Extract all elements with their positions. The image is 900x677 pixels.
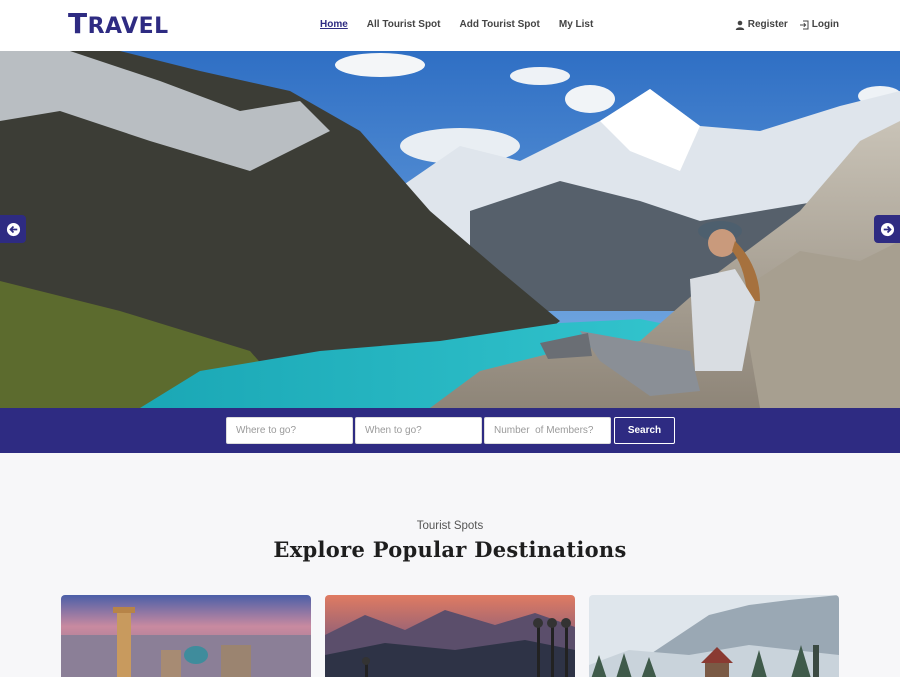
main-nav: Home All Tourist Spot Add Tourist Spot M… <box>320 18 612 32</box>
carousel-prev-button[interactable] <box>0 215 26 243</box>
hero-image <box>0 51 900 408</box>
navbar: TRAVEL Home All Tourist Spot Add Tourist… <box>0 0 900 51</box>
where-input[interactable] <box>226 417 353 444</box>
search-button[interactable]: Search <box>614 417 675 444</box>
nav-my-list[interactable]: My List <box>559 18 593 32</box>
nav-home[interactable]: Home <box>320 18 348 32</box>
search-bar: Search <box>0 408 900 453</box>
section-subtitle: Tourist Spots <box>416 520 484 532</box>
destination-card[interactable] <box>61 595 311 677</box>
destination-image <box>589 595 839 677</box>
nav-add-tourist-spot[interactable]: Add Tourist Spot <box>460 18 540 32</box>
destination-card[interactable] <box>325 595 575 677</box>
brand-logo[interactable]: TRAVEL <box>68 10 169 40</box>
destination-image <box>61 595 311 677</box>
register-label: Register <box>747 19 788 30</box>
login-link[interactable]: Login <box>799 18 839 32</box>
arrow-left-circle-icon <box>6 222 20 236</box>
arrow-right-circle-icon <box>880 222 894 236</box>
login-icon <box>799 20 809 30</box>
hero-carousel <box>0 51 900 408</box>
when-input[interactable] <box>355 417 482 444</box>
register-link[interactable]: Register <box>735 18 788 32</box>
auth-links: Register Login <box>735 18 839 32</box>
login-label: Login <box>811 19 839 30</box>
user-icon <box>735 20 744 30</box>
destination-card[interactable] <box>589 595 839 677</box>
carousel-next-button[interactable] <box>874 215 900 243</box>
section-title: Explore Popular Destinations <box>273 537 627 562</box>
destination-image <box>325 595 575 677</box>
nav-all-tourist-spot[interactable]: All Tourist Spot <box>367 18 441 32</box>
members-input[interactable] <box>484 417 611 444</box>
